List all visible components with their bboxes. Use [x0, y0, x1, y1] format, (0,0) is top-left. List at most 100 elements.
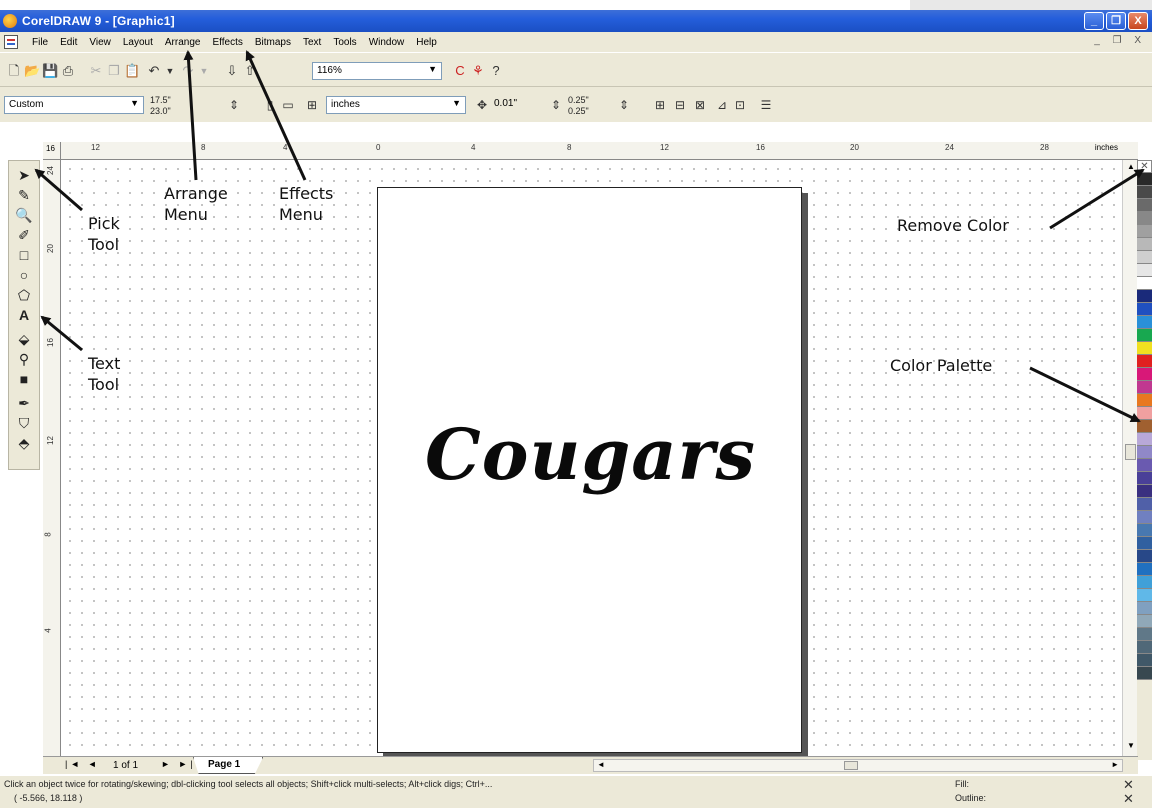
next-last-page-buttons[interactable]: ► ►|: [161, 759, 196, 769]
snap-to-grid-icon[interactable]: ⊞: [652, 97, 668, 113]
shape-tool-icon[interactable]: ✎: [13, 185, 35, 205]
artistic-media-tool-icon[interactable]: ■: [13, 369, 35, 389]
duplicate-distance-y[interactable]: 0.25": [568, 106, 589, 116]
print-icon[interactable]: ⎙: [60, 63, 76, 79]
interactive-fill-tool-icon[interactable]: ⬙: [13, 329, 35, 349]
color-swatch[interactable]: [1137, 472, 1152, 485]
menu-bitmaps[interactable]: Bitmaps: [249, 37, 297, 48]
maximize-button[interactable]: ❐: [1106, 12, 1126, 30]
scroll-right-icon[interactable]: ►: [1111, 760, 1119, 769]
color-swatch[interactable]: [1137, 342, 1152, 355]
color-swatch[interactable]: [1137, 615, 1152, 628]
horizontal-scrollbar[interactable]: ◄ ►: [593, 759, 1123, 772]
menu-help[interactable]: Help: [410, 37, 443, 48]
ellipse-tool-icon[interactable]: ○: [13, 265, 35, 285]
color-swatch[interactable]: [1137, 199, 1152, 212]
horizontal-ruler[interactable]: 12 8 4 0 4 8 12 16 20 24 28 inches: [43, 142, 1138, 160]
fill-tool-icon[interactable]: ⛉: [13, 413, 35, 433]
color-swatch[interactable]: [1137, 667, 1152, 680]
first-prev-page-buttons[interactable]: |◄ ◄: [65, 759, 100, 769]
color-swatch[interactable]: [1137, 537, 1152, 550]
minimize-button[interactable]: _: [1084, 12, 1104, 30]
spinner-icon[interactable]: ⇕: [548, 97, 564, 113]
scroll-thumb[interactable]: [1125, 444, 1136, 460]
menu-layout[interactable]: Layout: [117, 37, 159, 48]
paper-type-select[interactable]: Custom ▼: [4, 96, 144, 114]
vertical-ruler[interactable]: 24 20 16 12 8 4: [43, 160, 61, 760]
snap-to-guidelines-icon[interactable]: ⊟: [672, 97, 688, 113]
color-swatch[interactable]: [1137, 186, 1152, 199]
color-swatch[interactable]: [1137, 381, 1152, 394]
cut-icon[interactable]: ✂: [88, 63, 104, 79]
color-swatch[interactable]: [1137, 550, 1152, 563]
color-swatch[interactable]: [1137, 628, 1152, 641]
close-button[interactable]: X: [1128, 12, 1148, 30]
scroll-up-icon[interactable]: ▲: [1127, 162, 1135, 171]
outline-tool-icon[interactable]: ✒: [13, 393, 35, 413]
save-icon[interactable]: 💾: [42, 63, 58, 79]
color-swatch[interactable]: [1137, 277, 1152, 290]
corel-tutor-icon[interactable]: C: [452, 63, 468, 79]
paper-width-field[interactable]: 17.5": [150, 95, 171, 105]
options-icon[interactable]: ☰: [758, 97, 774, 113]
page-1-tab[interactable]: Page 1: [193, 757, 264, 774]
copy-icon[interactable]: ❐: [106, 63, 122, 79]
freehand-tool-icon[interactable]: ✐: [13, 225, 35, 245]
undo-dropdown-icon[interactable]: ▼: [162, 63, 178, 79]
no-color-swatch[interactable]: ✕: [1137, 160, 1152, 173]
no-fill-icon[interactable]: ✕: [1123, 778, 1134, 791]
corel-online-icon[interactable]: ⚘: [470, 63, 486, 79]
color-swatch[interactable]: [1137, 238, 1152, 251]
snap-to-objects-icon[interactable]: ⊠: [692, 97, 708, 113]
polygon-tool-icon[interactable]: ⬠: [13, 285, 35, 305]
no-outline-icon[interactable]: ✕: [1123, 792, 1134, 805]
export-icon[interactable]: ⇧: [242, 63, 258, 79]
menu-view[interactable]: View: [83, 37, 117, 48]
vertical-scrollbar[interactable]: ▲ ▼: [1122, 160, 1137, 760]
color-swatch[interactable]: [1137, 459, 1152, 472]
color-swatch[interactable]: [1137, 394, 1152, 407]
coreldraw-app-icon[interactable]: [3, 14, 17, 28]
color-swatch[interactable]: [1137, 290, 1152, 303]
color-swatch[interactable]: [1137, 433, 1152, 446]
color-swatch[interactable]: [1137, 212, 1152, 225]
color-swatch[interactable]: [1137, 407, 1152, 420]
redo-dropdown-icon[interactable]: ▼: [196, 63, 212, 79]
interactive-blend-tool-icon[interactable]: ⬘: [13, 433, 35, 453]
landscape-icon[interactable]: ▭: [280, 97, 296, 113]
cougars-artistic-text[interactable]: Cougars: [378, 413, 803, 496]
document-window-controls[interactable]: _ ❐ X: [1094, 35, 1146, 46]
scroll-left-icon[interactable]: ◄: [597, 760, 605, 769]
color-swatch[interactable]: [1137, 641, 1152, 654]
zoom-tool-icon[interactable]: 🔍: [13, 205, 35, 225]
menu-edit[interactable]: Edit: [54, 37, 83, 48]
color-swatch[interactable]: [1137, 446, 1152, 459]
rectangle-tool-icon[interactable]: □: [13, 245, 35, 265]
undo-icon[interactable]: ↶: [146, 63, 162, 79]
menu-text[interactable]: Text: [297, 37, 327, 48]
paper-height-field[interactable]: 23.0": [150, 106, 171, 116]
open-icon[interactable]: 📂: [24, 63, 40, 79]
color-swatch[interactable]: [1137, 316, 1152, 329]
duplicate-distance-x[interactable]: 0.25": [568, 95, 589, 105]
color-swatch[interactable]: [1137, 485, 1152, 498]
color-swatch[interactable]: [1137, 303, 1152, 316]
page-frame[interactable]: Cougars: [377, 187, 802, 753]
color-swatch[interactable]: [1137, 602, 1152, 615]
color-swatch[interactable]: [1137, 524, 1152, 537]
document-icon[interactable]: [4, 35, 18, 49]
color-swatch[interactable]: [1137, 563, 1152, 576]
zoom-level-select[interactable]: 116% ▼: [312, 62, 442, 80]
drawing-canvas[interactable]: Cougars: [62, 161, 1122, 757]
eyedropper-tool-icon[interactable]: ⚲: [13, 349, 35, 369]
color-swatch[interactable]: [1137, 173, 1152, 186]
redo-icon[interactable]: ↷: [180, 63, 196, 79]
menu-file[interactable]: File: [26, 37, 54, 48]
color-swatch[interactable]: [1137, 355, 1152, 368]
units-select[interactable]: inches ▼: [326, 96, 466, 114]
color-swatch[interactable]: [1137, 225, 1152, 238]
color-swatch[interactable]: [1137, 498, 1152, 511]
color-swatch[interactable]: [1137, 576, 1152, 589]
portrait-icon[interactable]: ▯: [262, 97, 278, 113]
color-swatch[interactable]: [1137, 511, 1152, 524]
